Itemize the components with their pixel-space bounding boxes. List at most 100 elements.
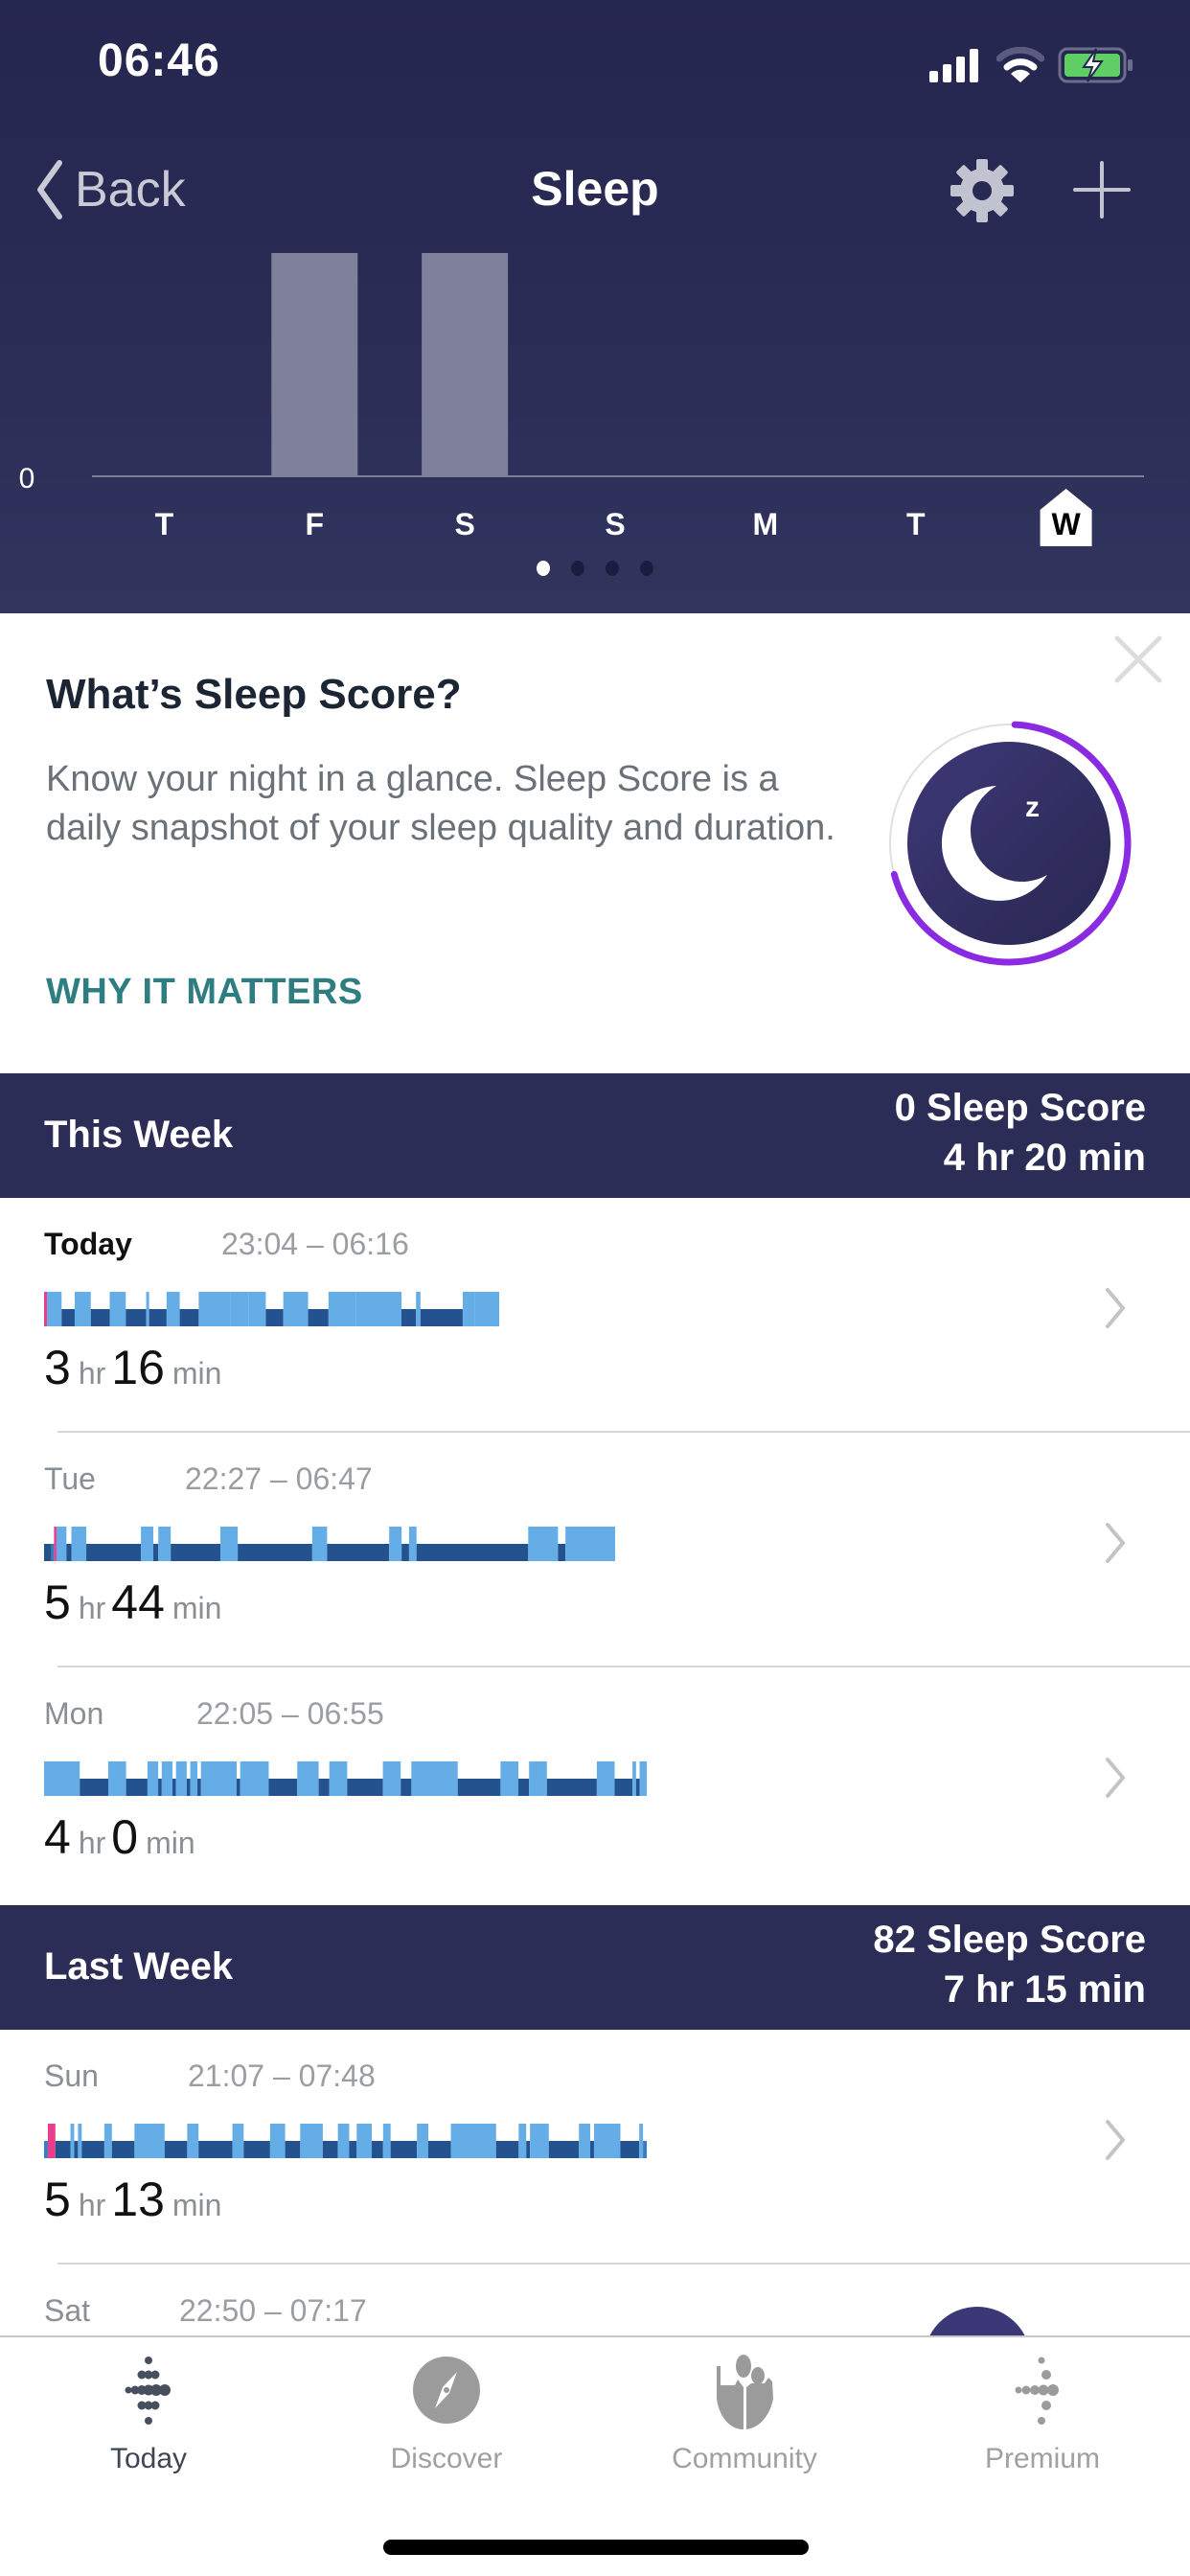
tab-label: Community	[672, 2443, 817, 2474]
entry-time-range: 22:05 – 06:55	[196, 1696, 384, 1731]
sleep-stage-segment-deep	[526, 2141, 531, 2158]
entry-day: Mon	[44, 1696, 104, 1731]
chart-bar[interactable]	[271, 253, 358, 476]
sleep-stage-segment-light	[190, 1761, 198, 1796]
gear-icon[interactable]	[949, 157, 1016, 224]
sleep-stage-segment-deep	[558, 1544, 566, 1561]
minutes-unit: min	[172, 2188, 222, 2222]
sleep-stage-segment-light	[565, 1527, 615, 1561]
duration-hours: 3	[44, 1341, 71, 1394]
entry-time-range: 22:27 – 06:47	[185, 1461, 373, 1496]
sleep-stage-segment-light	[187, 2124, 199, 2158]
battery-charging-icon	[1058, 47, 1133, 83]
back-button[interactable]: Back	[34, 159, 186, 220]
moon-badge	[907, 742, 1110, 945]
premium-dots-icon	[1015, 2357, 1059, 2425]
x-tick-label[interactable]: M	[753, 507, 779, 541]
sleep-stage-segment-deep	[81, 2141, 104, 2158]
sleep-stage-segment-light	[107, 1761, 126, 1796]
sleep-stages-bar	[44, 2124, 647, 2158]
sleep-stage-segment-light	[78, 2124, 82, 2158]
sleep-stage-segment-light	[147, 1761, 159, 1796]
sleep-stage-segment-light	[389, 1527, 402, 1561]
sleep-stage-segment-deep	[347, 1779, 383, 1796]
entry-day: Sun	[44, 2058, 99, 2093]
wifi-icon	[996, 47, 1044, 82]
cellular-signal-icon	[929, 49, 978, 82]
tab-premium[interactable]: Premium	[932, 2355, 1153, 2498]
minutes-unit: min	[146, 1826, 195, 1860]
x-tick-label[interactable]: W	[1051, 507, 1081, 541]
tab-discover[interactable]: Discover	[336, 2355, 557, 2498]
sleep-entry-row[interactable]: Tue 22:27 – 06:47 5 hr 44 min	[0, 1433, 1190, 1668]
week-sleep-score: 0 Sleep Score	[894, 1087, 1146, 1129]
sleep-stage-segment-light	[408, 1527, 417, 1561]
x-tick-label[interactable]: T	[155, 507, 174, 541]
tab-community[interactable]: Community	[634, 2355, 855, 2498]
minutes-unit: min	[172, 1356, 222, 1391]
x-tick-label[interactable]: S	[454, 507, 474, 541]
sleep-stage-segment-light	[175, 1761, 187, 1796]
sleep-stage-segment-light	[166, 1292, 180, 1326]
sleep-entry-row[interactable]: Mon 22:05 – 06:55 4 hr 0 min	[0, 1668, 1190, 1905]
sleep-stage-segment-deep	[546, 1779, 597, 1796]
sleep-stage-segment-deep	[86, 1544, 142, 1561]
page-dot[interactable]	[640, 561, 653, 576]
chart-bar[interactable]	[422, 253, 509, 476]
why-it-matters-link[interactable]: WHY IT MATTERS	[46, 972, 363, 1013]
sleep-stage-segment-light	[71, 1527, 87, 1561]
x-tick-label[interactable]: S	[605, 507, 625, 541]
tab-today[interactable]: Today	[38, 2355, 259, 2498]
sleep-stage-segment-deep	[495, 2141, 519, 2158]
week-sleep-score: 82 Sleep Score	[873, 1919, 1146, 1961]
page-dot[interactable]	[571, 561, 584, 576]
sleep-entry-row[interactable]: Today 23:04 – 06:16 3 hr 16 min	[0, 1198, 1190, 1433]
sleep-stage-segment-deep	[126, 1309, 147, 1326]
sleep-stage-segment-deep	[322, 2141, 338, 2158]
sleep-stage-segment-deep	[635, 1779, 640, 1796]
tab-label: Today	[109, 2443, 188, 2474]
last-week-header: Last Week 82 Sleep Score 7 hr 15 min	[0, 1905, 1190, 2030]
sleep-entry-row[interactable]: Sun 21:07 – 07:48 5 hr 13 min	[0, 2030, 1190, 2265]
entry-time-range: 21:07 – 07:48	[188, 2058, 376, 2093]
sleep-stage-segment-awake	[45, 1292, 48, 1326]
page-dot[interactable]	[606, 561, 619, 576]
duration-minutes: 13	[111, 2173, 165, 2226]
sleep-stages-bar	[44, 1292, 499, 1326]
sleep-stage-segment-rem	[44, 2141, 48, 2158]
sleep-stage-segment-deep	[158, 1779, 162, 1796]
sleep-stage-segment-deep	[186, 1779, 191, 1796]
sleep-stage-segment-light	[103, 2124, 112, 2158]
bottom-tab-bar: Today Discover Community Premium	[0, 2335, 1190, 2576]
hours-unit: hr	[78, 1591, 106, 1625]
sleep-stage-segment-awake	[54, 1527, 57, 1561]
sleep-stage-segment-deep	[427, 2141, 451, 2158]
sleep-stage-segment-light	[579, 2124, 591, 2158]
sleep-stage-segment-light	[198, 1292, 231, 1326]
sleep-stage-segment-deep	[66, 1544, 72, 1561]
sleep-stage-segment-light	[530, 2124, 549, 2158]
page-indicator[interactable]	[0, 561, 1190, 576]
page-dot[interactable]	[537, 561, 550, 576]
sleep-stage-segment-deep	[420, 1309, 463, 1326]
sleep-stage-segment-deep	[400, 1309, 417, 1326]
sleep-stage-segment-awake	[47, 2124, 56, 2158]
sleep-stage-segment-awake	[44, 1292, 46, 1326]
sleep-stage-segment-light	[141, 1527, 154, 1561]
x-tick-label[interactable]: F	[306, 507, 325, 541]
close-icon[interactable]	[1111, 632, 1165, 686]
duration-hours: 4	[44, 1810, 71, 1864]
sleep-stage-segment-rem	[643, 2141, 647, 2158]
home-indicator[interactable]	[383, 2540, 809, 2555]
plus-icon[interactable]	[1071, 159, 1133, 220]
sleep-stage-segment-deep	[390, 2141, 418, 2158]
info-card-title: What’s Sleep Score?	[46, 671, 462, 718]
sleep-stage-segment-light	[416, 1292, 421, 1326]
x-tick-label[interactable]: T	[906, 507, 926, 541]
sleep-stage-segment-light	[311, 1527, 328, 1561]
tab-label: Premium	[984, 2443, 1100, 2474]
svg-text:z: z	[1025, 792, 1040, 823]
sleep-stage-segment-deep	[620, 2141, 640, 2158]
sleep-stage-segment-light	[518, 2124, 527, 2158]
chevron-right-icon	[1106, 1523, 1126, 1563]
